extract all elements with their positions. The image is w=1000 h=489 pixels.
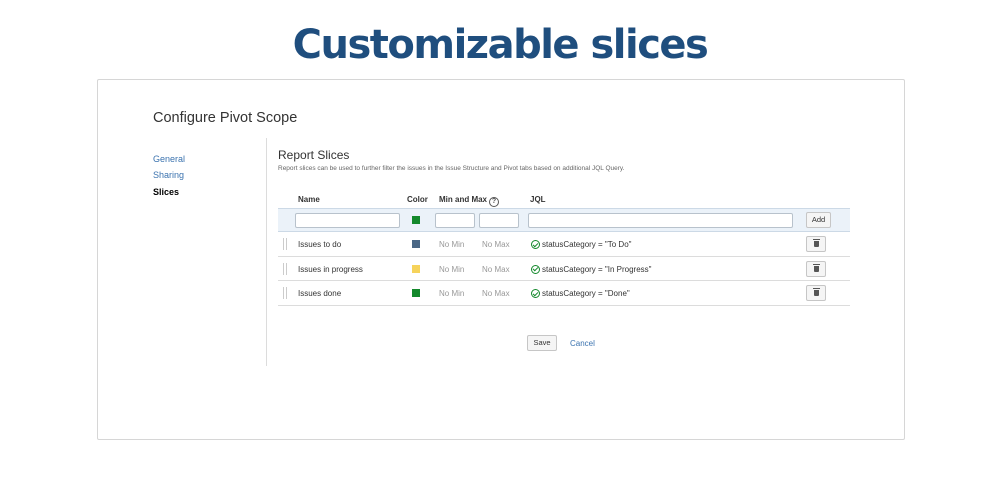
- delete-slice-button[interactable]: [806, 260, 826, 277]
- slice-color-swatch[interactable]: [412, 289, 420, 297]
- header-jql: JQL: [530, 195, 546, 204]
- drag-handle-icon[interactable]: [283, 287, 287, 299]
- slice-jql-text: statusCategory = "To Do": [542, 240, 632, 249]
- slices-table: Name Color Min and Max? JQL Add Issues t…: [278, 192, 850, 306]
- slice-color-swatch[interactable]: [412, 264, 420, 273]
- slice-jql-text: statusCategory = "In Progress": [542, 264, 652, 274]
- trash-icon: [813, 263, 820, 272]
- new-slice-color-swatch[interactable]: [412, 216, 420, 224]
- slice-max: No Max: [482, 289, 510, 298]
- slice-jql-text: statusCategory = "Done": [542, 289, 630, 298]
- slice-name: Issues done: [298, 289, 342, 298]
- save-button[interactable]: Save: [527, 335, 557, 351]
- check-circle-icon: [531, 240, 540, 249]
- report-slices-section: Report Slices Report slices can be used …: [278, 148, 850, 306]
- table-row: Issues in progress No Min No Max statusC…: [278, 257, 850, 281]
- delete-slice-button[interactable]: [806, 285, 826, 301]
- slice-name: Issues to do: [298, 240, 342, 249]
- check-circle-icon: [531, 264, 540, 274]
- header-min-max: Min and Max?: [439, 195, 500, 207]
- trash-icon: [813, 239, 820, 247]
- trash-icon: [813, 288, 820, 296]
- new-slice-min-input[interactable]: [435, 213, 475, 228]
- drag-handle-icon[interactable]: [283, 262, 287, 275]
- cancel-link[interactable]: Cancel: [570, 339, 595, 348]
- section-title: Report Slices: [278, 148, 350, 162]
- delete-slice-button[interactable]: [806, 236, 826, 252]
- drag-handle-icon[interactable]: [283, 238, 287, 250]
- table-row: Issues to do No Min No Max statusCategor…: [278, 232, 850, 257]
- table-row: Issues done No Min No Max statusCategory…: [278, 281, 850, 306]
- table-header: Name Color Min and Max? JQL: [278, 192, 850, 208]
- new-slice-row: Add: [278, 208, 850, 232]
- slice-max: No Max: [482, 240, 510, 249]
- nav-item-sharing[interactable]: Sharing: [153, 167, 185, 183]
- new-slice-max-input[interactable]: [479, 213, 519, 228]
- slice-color-swatch[interactable]: [412, 240, 420, 248]
- hero-title: Customizable slices: [292, 22, 709, 68]
- slice-max: No Max: [482, 264, 510, 274]
- form-actions: Save Cancel: [348, 335, 595, 351]
- nav-divider: [266, 138, 267, 366]
- side-nav: General Sharing Slices: [153, 151, 185, 200]
- new-slice-jql-input[interactable]: [528, 213, 793, 228]
- header-color: Color: [407, 195, 428, 204]
- slice-min: No Min: [439, 289, 465, 298]
- nav-item-slices[interactable]: Slices: [153, 184, 185, 200]
- add-button[interactable]: Add: [806, 212, 831, 228]
- new-slice-name-input[interactable]: [295, 213, 400, 228]
- section-description: Report slices can be used to further fil…: [278, 165, 625, 172]
- header-name: Name: [298, 195, 320, 204]
- check-circle-icon: [531, 289, 540, 298]
- slice-jql: statusCategory = "To Do": [531, 240, 632, 249]
- slice-jql: statusCategory = "Done": [531, 289, 630, 298]
- slice-min: No Min: [439, 240, 465, 249]
- configure-panel: Configure Pivot Scope General Sharing Sl…: [97, 79, 905, 440]
- slice-name: Issues in progress: [298, 264, 363, 274]
- page-title: Configure Pivot Scope: [153, 110, 298, 126]
- nav-item-general[interactable]: General: [153, 151, 185, 167]
- question-circle-icon[interactable]: ?: [489, 197, 500, 207]
- slice-min: No Min: [439, 264, 465, 274]
- slice-jql: statusCategory = "In Progress": [531, 264, 652, 274]
- header-min-max-label: Min and Max: [439, 195, 488, 204]
